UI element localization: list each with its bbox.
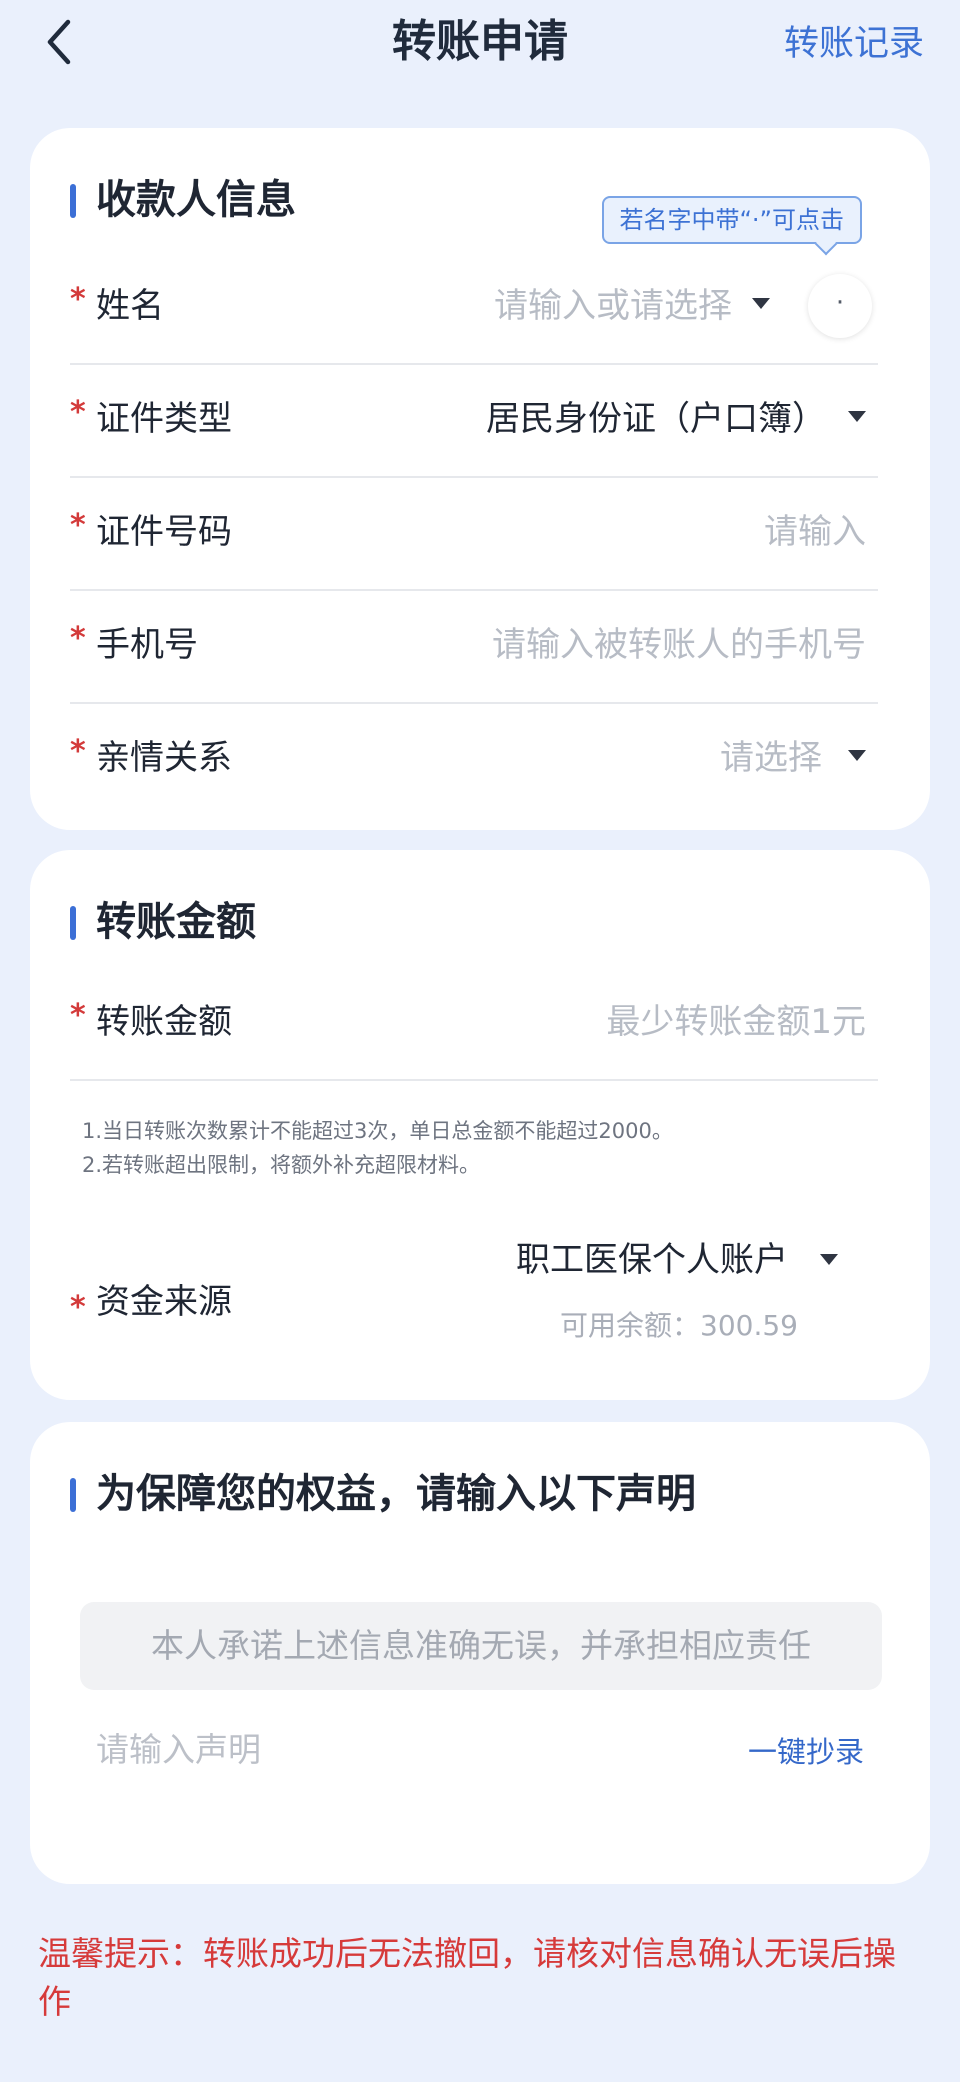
payee-info-card: 收款人信息 若名字中带“·”可点击 * 姓名 请输入或请选择 · * 证件类型 …: [30, 128, 930, 830]
required-mark: *: [70, 395, 86, 430]
required-mark: *: [70, 734, 86, 769]
required-mark: *: [70, 1290, 86, 1325]
transfer-limit-notes: 1.当日转账次数累计不能超过3次，单日总金额不能超过2000。 2.若转账超出限…: [82, 1114, 673, 1182]
required-mark: *: [70, 508, 86, 543]
phone-input[interactable]: 请输入被转账人的手机号: [492, 589, 866, 702]
required-mark: *: [70, 282, 86, 317]
name-row[interactable]: * 姓名 请输入或请选择 ·: [70, 250, 878, 365]
id-number-label: 证件号码: [96, 512, 232, 552]
id-type-row[interactable]: * 证件类型 居民身份证（户口簿）: [70, 363, 878, 478]
id-number-row[interactable]: * 证件号码 请输入: [70, 476, 878, 591]
payee-section-title: 收款人信息: [70, 172, 296, 228]
relation-row[interactable]: * 亲情关系 请选择: [70, 702, 878, 815]
middle-dot-button[interactable]: ·: [808, 274, 872, 338]
transfer-amount-card: 转账金额 * 转账金额 最少转账金额1元 1.当日转账次数累计不能超过3次，单日…: [30, 850, 930, 1400]
statement-text: 本人承诺上述信息准确无误，并承担相应责任: [80, 1602, 882, 1690]
phone-label: 手机号: [96, 625, 198, 665]
transfer-record-link[interactable]: 转账记录: [784, 20, 924, 68]
warm-tip: 温馨提示：转账成功后无法撤回，请核对信息确认无误后操作: [38, 1934, 896, 2021]
amount-label: 转账金额: [96, 1002, 232, 1042]
id-type-select[interactable]: 居民身份证（户口簿）: [486, 363, 826, 476]
caret-down-icon: [820, 1254, 838, 1265]
available-balance: 可用余额：300.59: [560, 1309, 798, 1342]
amount-section-title: 转账金额: [70, 894, 256, 950]
statement-input[interactable]: 请输入声明: [96, 1722, 261, 1778]
relation-select[interactable]: 请选择: [720, 702, 822, 815]
name-label: 姓名: [96, 286, 164, 326]
required-mark: *: [70, 998, 86, 1033]
statement-card: 为保障您的权益，请输入以下声明 本人承诺上述信息准确无误，并承担相应责任 请输入…: [30, 1422, 930, 1884]
phone-row[interactable]: * 手机号 请输入被转账人的手机号: [70, 589, 878, 704]
amount-input[interactable]: 最少转账金额1元: [606, 966, 866, 1079]
statement-section-title: 为保障您的权益，请输入以下声明: [70, 1466, 696, 1522]
name-dot-tooltip: 若名字中带“·”可点击: [601, 196, 862, 244]
caret-down-icon: [848, 411, 866, 422]
amount-row[interactable]: * 转账金额 最少转账金额1元: [70, 966, 878, 1081]
fund-source-label: 资金来源: [96, 1282, 232, 1322]
copy-statement-button[interactable]: 一键抄录: [748, 1724, 864, 1780]
id-type-label: 证件类型: [96, 399, 232, 439]
note-line: 2.若转账超出限制，将额外补充超限材料。: [82, 1153, 481, 1177]
relation-label: 亲情关系: [96, 738, 232, 778]
fund-source-row[interactable]: * 资金来源 职工医保个人账户 可用余额：300.59: [70, 1230, 878, 1370]
id-number-input[interactable]: 请输入: [764, 476, 866, 589]
name-input[interactable]: 请输入或请选择: [494, 250, 732, 363]
required-mark: *: [70, 621, 86, 656]
caret-down-icon: [848, 750, 866, 761]
header: 转账申请 转账记录: [0, 0, 960, 84]
caret-down-icon: [752, 298, 770, 309]
note-line: 1.当日转账次数累计不能超过3次，单日总金额不能超过2000。: [82, 1119, 673, 1143]
fund-source-select[interactable]: 职工医保个人账户: [516, 1230, 788, 1290]
